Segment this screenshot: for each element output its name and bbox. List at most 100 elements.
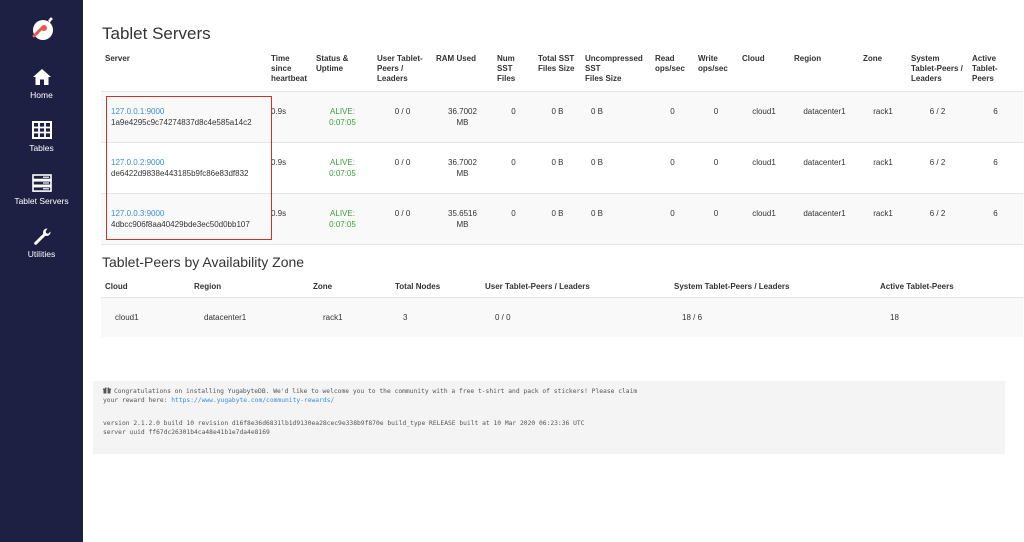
column-header[interactable]: Num SST Files bbox=[493, 48, 534, 92]
server-icon bbox=[31, 174, 52, 192]
status-cell: ALIVE: 0:07:05 bbox=[312, 193, 373, 245]
server-uuid: 1a9e4295c9c74274837d8c4e585a14c2 bbox=[111, 117, 252, 127]
sst-files-cell: 0 bbox=[493, 91, 534, 143]
uncompressed-cell: 0 B bbox=[581, 142, 651, 194]
sidebar-item-label: Utilities bbox=[27, 249, 56, 259]
zone-cell: rack1 bbox=[309, 297, 391, 337]
uncompressed-cell: 0 B bbox=[581, 91, 651, 143]
server-link[interactable]: 127.0.0.1:9000 bbox=[111, 107, 164, 116]
column-header[interactable]: User Tablet- Peers / Leaders bbox=[373, 48, 432, 92]
column-header[interactable]: Active Tablet-Peers bbox=[876, 276, 1023, 298]
column-header[interactable]: Time since heartbeat bbox=[267, 48, 312, 92]
heartbeat-cell: 0.9s bbox=[267, 142, 312, 194]
table-header-row: Server Time since heartbeat Status & Uptime… bbox=[101, 48, 1023, 92]
server-link[interactable]: 127.0.0.2:9000 bbox=[111, 158, 164, 167]
column-header[interactable]: Region bbox=[790, 48, 859, 92]
gift-icon bbox=[103, 387, 111, 394]
active-peers-cell: 18 bbox=[876, 297, 1023, 337]
column-header[interactable]: User Tablet-Peers / Leaders bbox=[481, 276, 670, 298]
system-peers-cell: 6 / 2 bbox=[907, 142, 968, 194]
table-icon bbox=[31, 121, 52, 139]
server-uuid: 4dbcc906f8aa40429bde3ec50d0bb107 bbox=[111, 219, 250, 229]
column-header[interactable]: System Tablet-Peers / Leaders bbox=[670, 276, 876, 298]
total-sst-cell: 0 B bbox=[534, 91, 581, 143]
heartbeat-cell: 0.9s bbox=[267, 91, 312, 143]
column-header[interactable]: Zone bbox=[859, 48, 907, 92]
table-row: 127.0.0.3:9000 4dbcc906f8aa40429bde3ec50… bbox=[101, 193, 1023, 245]
column-header[interactable]: Status & Uptime bbox=[312, 48, 373, 92]
server-uuid-info: server uuid ff67dc26301b4ca48e41b1e7da4e… bbox=[103, 429, 270, 436]
availability-zones-table: Cloud Region Zone Total Nodes User Table… bbox=[101, 276, 1023, 337]
ram-cell: 35.6516 MB bbox=[432, 193, 493, 245]
ram-cell: 36.7002 MB bbox=[432, 91, 493, 143]
column-header[interactable]: RAM Used bbox=[432, 48, 493, 92]
user-peers-cell: 0 / 0 bbox=[373, 193, 432, 245]
total-sst-cell: 0 B bbox=[534, 142, 581, 194]
status-cell: ALIVE: 0:07:05 bbox=[312, 142, 373, 194]
community-rewards-link[interactable]: https://www.yugabyte.com/community-rewar… bbox=[171, 397, 334, 404]
active-peers-cell: 6 bbox=[968, 193, 1023, 245]
region-cell: datacenter1 bbox=[790, 193, 859, 245]
column-header[interactable]: Write ops/sec bbox=[694, 48, 738, 92]
table-row: 127.0.0.2:9000 de6422d9838e443185b9fc86e… bbox=[101, 142, 1023, 194]
column-header[interactable]: Cloud bbox=[101, 276, 190, 298]
column-header[interactable]: Total SST Files Size bbox=[534, 48, 581, 92]
sidebar-item-utilities[interactable]: Utilities bbox=[0, 227, 83, 259]
column-header[interactable]: Server bbox=[101, 48, 267, 92]
system-peers-cell: 18 / 6 bbox=[670, 297, 876, 337]
sidebar-item-tablet-servers[interactable]: Tablet Servers bbox=[0, 174, 83, 206]
yugabyte-logo-icon[interactable] bbox=[28, 14, 58, 44]
sidebar: Home Tables Tablet Servers Utilities bbox=[0, 0, 83, 542]
user-peers-cell: 0 / 0 bbox=[373, 91, 432, 143]
zones-section-title: Tablet-Peers by Availability Zone bbox=[102, 254, 305, 270]
main-content: Tablet Servers Server Time since heartbeat… bbox=[83, 0, 1024, 542]
server-link[interactable]: 127.0.0.3:9000 bbox=[111, 209, 164, 218]
cloud-cell: cloud1 bbox=[738, 142, 790, 194]
server-uuid: de6422d9838e443185b9fc86e83df832 bbox=[111, 168, 249, 178]
total-nodes-cell: 3 bbox=[391, 297, 481, 337]
zone-cell: rack1 bbox=[859, 193, 907, 245]
column-header[interactable]: Active Tablet- Peers bbox=[968, 48, 1023, 92]
sidebar-item-home[interactable]: Home bbox=[0, 68, 83, 100]
region-cell: datacenter1 bbox=[190, 297, 309, 337]
cloud-cell: cloud1 bbox=[738, 193, 790, 245]
column-header[interactable]: Zone bbox=[309, 276, 391, 298]
zone-cell: rack1 bbox=[859, 142, 907, 194]
home-icon bbox=[32, 69, 51, 85]
region-cell: datacenter1 bbox=[790, 91, 859, 143]
column-header[interactable]: Region bbox=[190, 276, 309, 298]
read-ops-cell: 0 bbox=[651, 142, 694, 194]
table-row: cloud1 datacenter1 rack1 3 0 / 0 18 / 6 … bbox=[101, 297, 1023, 337]
status-cell: ALIVE: 0:07:05 bbox=[312, 91, 373, 143]
cloud-cell: cloud1 bbox=[101, 297, 190, 337]
active-peers-cell: 6 bbox=[968, 142, 1023, 194]
active-peers-cell: 6 bbox=[968, 91, 1023, 143]
uncompressed-cell: 0 B bbox=[581, 193, 651, 245]
column-header[interactable]: Uncompressed SST Files Size bbox=[581, 48, 651, 92]
user-peers-cell: 0 / 0 bbox=[373, 142, 432, 194]
table-header-row: Cloud Region Zone Total Nodes User Table… bbox=[101, 276, 1023, 298]
table-row: 127.0.0.1:9000 1a9e4295c9c74274837d8c4e5… bbox=[101, 91, 1023, 143]
sidebar-item-label: Tables bbox=[29, 143, 54, 153]
read-ops-cell: 0 bbox=[651, 91, 694, 143]
column-header[interactable]: System Tablet-Peers / Leaders bbox=[907, 48, 968, 92]
zone-cell: rack1 bbox=[859, 91, 907, 143]
system-peers-cell: 6 / 2 bbox=[907, 91, 968, 143]
write-ops-cell: 0 bbox=[694, 193, 738, 245]
footer-info: Congratulations on installing YugabyteDB… bbox=[93, 381, 1005, 454]
write-ops-cell: 0 bbox=[694, 91, 738, 143]
version-info: version 2.1.2.0 build 10 revision d16f8e… bbox=[103, 420, 585, 427]
region-cell: datacenter1 bbox=[790, 142, 859, 194]
column-header[interactable]: Read ops/sec bbox=[651, 48, 694, 92]
congrats-message: Congratulations on installing YugabyteDB… bbox=[103, 387, 638, 404]
column-header[interactable]: Cloud bbox=[738, 48, 790, 92]
sidebar-item-tables[interactable]: Tables bbox=[0, 121, 83, 153]
ram-cell: 36.7002 MB bbox=[432, 142, 493, 194]
wrench-icon bbox=[33, 228, 51, 245]
sst-files-cell: 0 bbox=[493, 193, 534, 245]
column-header[interactable]: Total Nodes bbox=[391, 276, 481, 298]
sst-files-cell: 0 bbox=[493, 142, 534, 194]
heartbeat-cell: 0.9s bbox=[267, 193, 312, 245]
user-peers-cell: 0 / 0 bbox=[481, 297, 670, 337]
read-ops-cell: 0 bbox=[651, 193, 694, 245]
